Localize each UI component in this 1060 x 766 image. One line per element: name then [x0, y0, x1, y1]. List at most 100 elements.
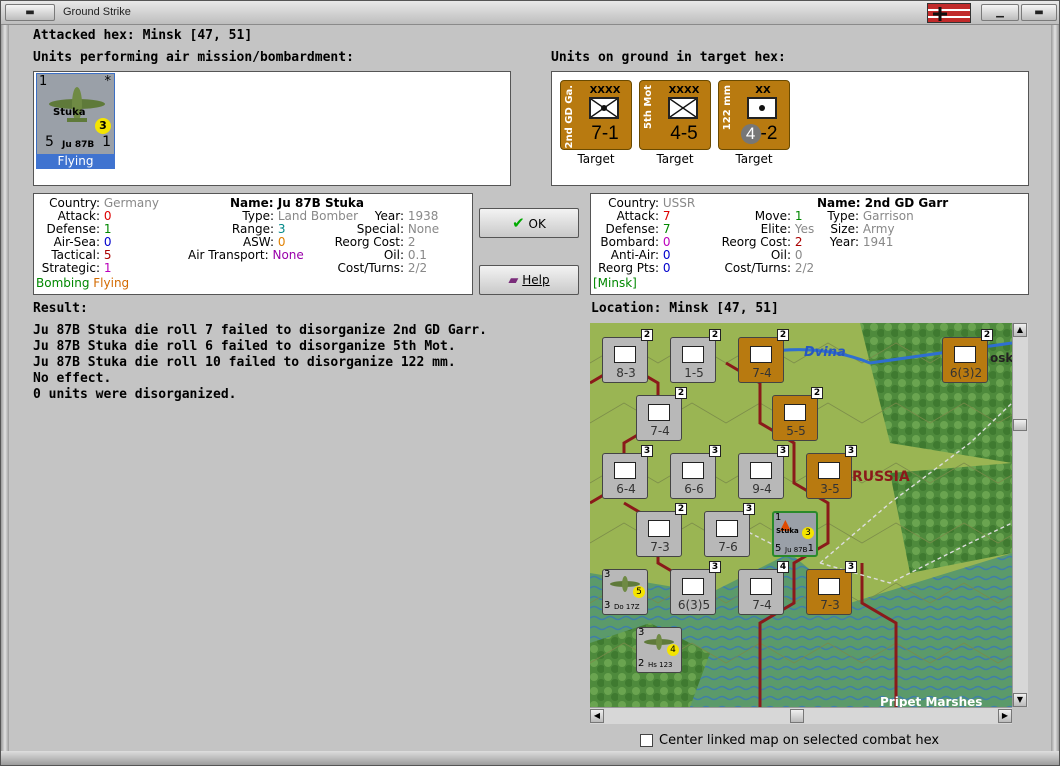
counter-value: 6(3)2: [949, 366, 983, 380]
scroll-up-arrow-icon[interactable]: ▲: [1013, 323, 1027, 337]
defender-country-key: Country:: [608, 196, 659, 210]
artillery-unit-icon: [747, 97, 777, 119]
defender-location: [Minsk]: [593, 276, 637, 290]
ok-button-label: OK: [528, 217, 546, 231]
counter-value: 8-3: [616, 366, 636, 380]
attacker-attack-value: 0: [103, 209, 112, 223]
result-line: No effect.: [33, 371, 112, 386]
location-map[interactable]: Dvina RUSSIA Pripet Marshes osk 2 8-3 2 1-…: [590, 323, 1012, 707]
counter-value: 7-4: [752, 366, 772, 380]
ground-units-label: Units on ground in target hex:: [551, 50, 786, 65]
ground-unit-counter-2[interactable]: 5th Mot XXXX 4-5: [639, 80, 711, 150]
ground-unit-caption: Target: [577, 152, 615, 166]
map-counter[interactable]: 3 6-4: [602, 445, 653, 499]
map-counter[interactable]: 2 7-4: [636, 387, 687, 441]
map-counter[interactable]: 3 9-4: [738, 445, 789, 499]
stack-count: 3: [777, 445, 789, 457]
help-book-icon: ▰: [508, 273, 519, 288]
counter-value: 7-3: [820, 598, 840, 612]
result-label: Result:: [33, 301, 88, 316]
air-unit-bottom-right: 1: [102, 134, 111, 150]
result-line: Ju 87B Stuka die roll 10 failed to disor…: [33, 355, 456, 370]
air-counter-left: 5: [775, 543, 782, 554]
horizontal-scroll-thumb[interactable]: [790, 709, 804, 723]
ground-unit-caption: Target: [735, 152, 773, 166]
map-counter[interactable]: 3 7-6: [704, 503, 755, 557]
map-air-counter-do17[interactable]: 3 5 3 Do 17Z: [602, 569, 648, 615]
map-counter[interactable]: 2 1-5: [670, 329, 721, 383]
defender-type-value: Garrison: [862, 209, 914, 223]
map-counter[interactable]: 3 3-5: [806, 445, 857, 499]
map-counter[interactable]: 2 5-5: [772, 387, 823, 441]
map-air-counter-stuka[interactable]: 1 ▲ Stuka 3 5 Ju 87B 1: [772, 511, 818, 557]
attacker-special-value: None: [407, 222, 440, 236]
air-unit-status: Flying: [36, 154, 115, 169]
ground-unit-counter-1[interactable]: 2nd GD Ga. XXXX 7-1: [560, 80, 632, 150]
stack-count: 3: [743, 503, 755, 515]
attacker-transport-value: None: [272, 248, 304, 262]
stack-count: 3: [641, 445, 653, 457]
defender-antiair-value: 0: [662, 248, 671, 262]
map-air-counter-hs123[interactable]: 3 4 2 Hs 123: [636, 627, 682, 673]
map-counter[interactable]: 2 8-3: [602, 329, 653, 383]
minimize-button[interactable]: ▁: [981, 4, 1019, 21]
infantry-unit-icon: [682, 346, 704, 363]
ground-unit-size: XX: [755, 85, 771, 96]
infantry-unit-icon: [750, 462, 772, 479]
scroll-left-arrow-icon[interactable]: ◀: [590, 709, 604, 723]
stack-count: 3: [845, 561, 857, 573]
map-vertical-scrollbar[interactable]: ▲ ▼: [1012, 323, 1028, 707]
map-counter[interactable]: 3 6(3)5: [670, 561, 721, 615]
counter-value: 9-4: [752, 482, 772, 496]
attacker-strategic-value: 1: [103, 261, 112, 275]
map-counter[interactable]: 2 7-3: [636, 503, 687, 557]
air-counter-badge: 3: [802, 527, 814, 539]
vertical-scroll-thumb[interactable]: [1013, 419, 1027, 431]
defender-size-value: Army: [862, 222, 895, 236]
defender-elite-key: Elite:: [760, 222, 791, 236]
scroll-down-arrow-icon[interactable]: ▼: [1013, 693, 1027, 707]
air-counter-badge: 5: [633, 586, 645, 598]
help-button[interactable]: ▰ Help: [479, 265, 579, 295]
defender-attack-value: 7: [662, 209, 671, 223]
map-horizontal-scrollbar[interactable]: ◀ ▶: [590, 707, 1012, 724]
defender-defense-value: 7: [662, 222, 671, 236]
attacker-asw-value: 0: [277, 235, 286, 249]
ground-unit-counter-3[interactable]: 122 mm XX 4 -2: [718, 80, 790, 150]
attacker-mission: Bombing: [36, 276, 90, 290]
air-unit-counter[interactable]: 1 * Stuka 3 5 Ju 87B 1 Flying: [36, 73, 115, 169]
map-counter[interactable]: 4 7-4: [738, 561, 789, 615]
maximize-button[interactable]: ▬: [1021, 4, 1057, 21]
map-counter[interactable]: 2 7-4: [738, 329, 789, 383]
counter-value: 7-4: [752, 598, 772, 612]
ground-strike-window: ▬ Ground Strike ▁ ▬ Attacked hex: Minsk …: [0, 0, 1060, 766]
defender-reorgpts-key: Reorg Pts:: [598, 261, 659, 275]
ground-unit-side: 2nd GD Ga.: [564, 85, 575, 149]
infantry-unit-icon: [682, 462, 704, 479]
ground-unit-size: XXXX: [668, 85, 700, 96]
map-counter[interactable]: 3 7-3: [806, 561, 857, 615]
ground-unit-value: 4 -2: [729, 123, 789, 145]
infantry-unit-icon: [648, 520, 670, 537]
attacker-info-panel: Country: Germany Attack: 0 Defense: 1 Ai…: [33, 193, 473, 295]
map-counter[interactable]: 2 6(3)2: [942, 329, 993, 383]
attacker-tactical-key: Tactical:: [51, 248, 100, 262]
system-menu-button[interactable]: ▬: [5, 4, 55, 21]
window-frame-right: [1051, 25, 1059, 755]
defender-name-key: Name:: [817, 196, 861, 210]
ground-units-panel: 2nd GD Ga. XXXX 7-1 Target 5th Mot XXXX …: [551, 71, 1029, 186]
attacker-strategic-key: Strategic:: [41, 261, 100, 275]
air-counter-model: Ju 87B: [785, 546, 808, 554]
attacker-reorg-value: 2: [407, 235, 416, 249]
counter-value: 1-5: [684, 366, 704, 380]
scroll-right-arrow-icon[interactable]: ▶: [998, 709, 1012, 723]
counter-value: 7-6: [718, 540, 738, 554]
ok-button[interactable]: ✔ OK: [479, 208, 579, 238]
defender-cost-key: Cost/Turns:: [724, 261, 791, 275]
map-counter[interactable]: 3 6-6: [670, 445, 721, 499]
attacker-reorg-key: Reorg Cost:: [334, 235, 404, 249]
defender-reorg-key: Reorg Cost:: [721, 235, 791, 249]
center-map-checkbox[interactable]: [640, 734, 653, 747]
counter-value: 6-4: [616, 482, 636, 496]
attacker-cost-value: 2/2: [407, 261, 428, 275]
